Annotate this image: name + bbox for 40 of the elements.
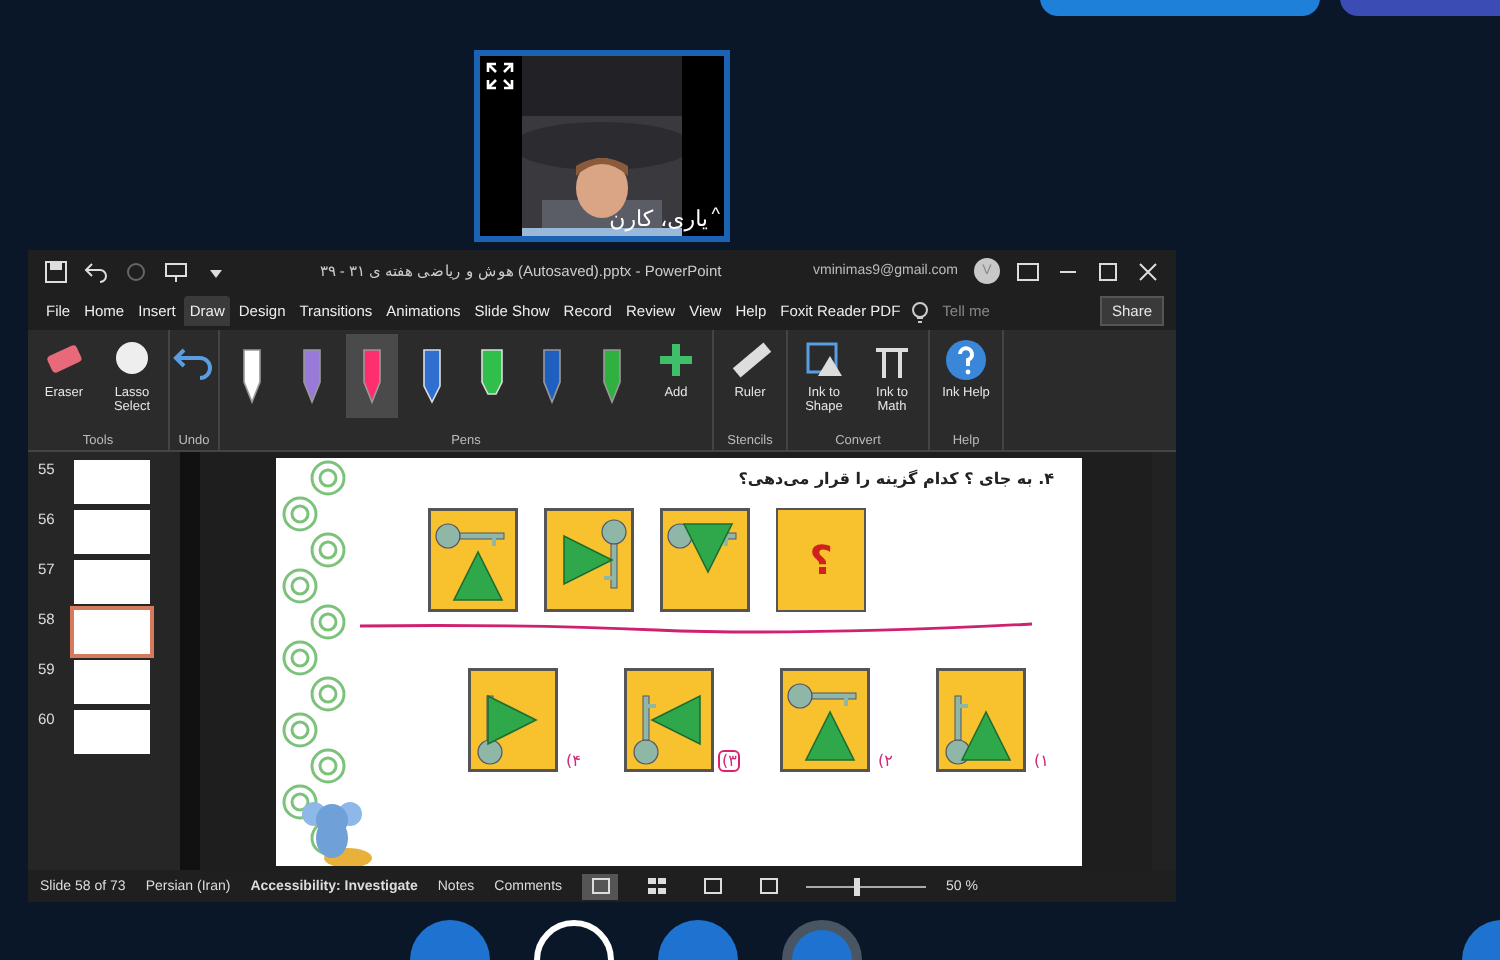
option-label[interactable]: ۳) — [718, 749, 741, 772]
participant-name: یاری، کارن — [609, 206, 708, 232]
key-triangle-card — [544, 507, 634, 612]
option-label[interactable]: ۱) — [1030, 749, 1053, 772]
grid-icon — [647, 878, 666, 895]
ribbon-display-icon[interactable] — [1016, 259, 1040, 284]
window-icon — [759, 878, 778, 895]
window-icon — [591, 878, 610, 895]
question-card: ؟ — [776, 507, 866, 612]
scrollbar[interactable] — [1152, 451, 1176, 871]
slide-thumbnail[interactable] — [74, 559, 150, 604]
caret-button[interactable]: ^ — [711, 204, 720, 224]
lightbulb-icon[interactable] — [908, 299, 933, 324]
option-label[interactable]: ۲) — [874, 749, 897, 772]
koala-drawing — [300, 797, 372, 866]
view-button[interactable] — [582, 873, 619, 900]
ruler-icon — [728, 337, 772, 382]
touch-mode-icon[interactable] — [164, 259, 188, 284]
answer-option-card — [624, 667, 714, 772]
close-icon[interactable] — [1136, 259, 1160, 284]
key-triangle-card — [428, 507, 518, 612]
question-text: ۴. به جای ؟ کدام گزینه را قرار می‌دهی؟ — [736, 469, 1054, 488]
expand-icon[interactable] — [486, 62, 514, 90]
scrollbar[interactable] — [180, 451, 200, 871]
answer-option-card — [936, 667, 1026, 772]
slide-thumbnail[interactable] — [74, 459, 150, 504]
answer-option-card — [468, 667, 558, 772]
save-icon[interactable] — [44, 259, 68, 284]
slide-thumbnail[interactable] — [74, 709, 150, 754]
slide-thumbnail[interactable] — [74, 659, 150, 704]
undo-icon[interactable] — [84, 259, 108, 284]
slide-thumbnail[interactable] — [74, 509, 150, 554]
key-triangle-card — [660, 507, 750, 612]
option-label[interactable]: ۴) — [562, 749, 585, 772]
answer-option-card — [780, 667, 870, 772]
help-icon — [944, 337, 988, 382]
window-icon — [703, 878, 722, 895]
slide-thumbnail[interactable] — [74, 609, 150, 654]
shapes-icon — [802, 337, 846, 382]
maximize-icon[interactable] — [1096, 259, 1120, 284]
